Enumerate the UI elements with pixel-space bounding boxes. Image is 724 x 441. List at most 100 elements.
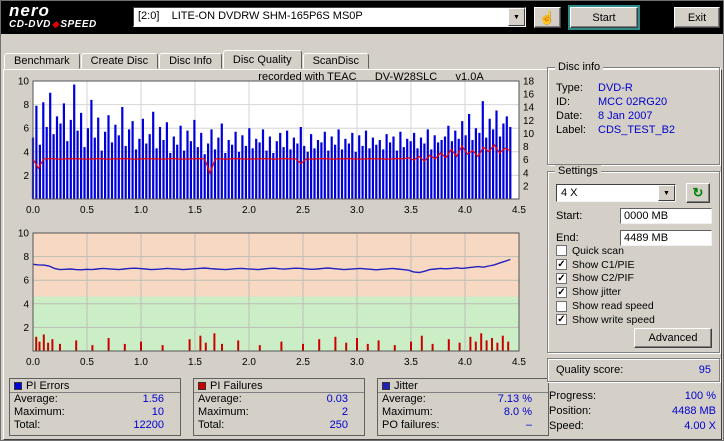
checkbox-show-write-speed[interactable]: ✓ Show write speed	[556, 313, 715, 327]
checkbox-show-c2-pif[interactable]: ✓ Show C2/PIF	[556, 272, 715, 286]
stat-label: Average:	[198, 393, 242, 405]
svg-text:0.0: 0.0	[26, 205, 40, 216]
diamond-icon: ◆	[51, 19, 60, 29]
tab-disc-info[interactable]: Disc Info	[159, 53, 222, 69]
settings-group: Settings 4 X ▼ ↻ Start: 0000 MB End: 448…	[547, 165, 720, 353]
stat-box-title: Jitter	[394, 379, 418, 392]
svg-text:16: 16	[523, 90, 535, 101]
checkbox-box[interactable]: ✓	[556, 259, 567, 271]
tab-bar: Benchmark Create Disc Disc Info Disc Qualit…	[4, 50, 370, 69]
disc-info-row: Type: DVD-R	[556, 81, 713, 95]
tab-create-disc[interactable]: Create Disc	[80, 53, 159, 69]
checkbox-box[interactable]: ✓	[556, 314, 567, 326]
start-button[interactable]: Start	[568, 5, 640, 30]
stat-row: PO failures: –	[378, 419, 548, 432]
disc-info-label: ID:	[556, 96, 571, 108]
drive-select[interactable]: [2:0] LITE-ON DVDRW SHM-165P6S MS0P ▼	[133, 7, 526, 27]
svg-text:6: 6	[23, 276, 29, 287]
svg-text:10: 10	[18, 229, 30, 240]
tab-disc-quality[interactable]: Disc Quality	[222, 50, 302, 69]
checkbox-box[interactable]: ✓	[556, 286, 567, 298]
stat-value: 250	[329, 419, 348, 431]
pi-failures-legend-swatch	[198, 381, 206, 390]
stat-row: Maximum: 10	[10, 406, 180, 419]
svg-text:14: 14	[523, 103, 535, 114]
checkbox-box[interactable]	[556, 245, 567, 257]
title-bar: nero CD-DVD◆SPEED [2:0] LITE-ON DVDRW SH…	[1, 1, 723, 34]
svg-text:1.5: 1.5	[188, 205, 202, 216]
stat-value: 0.03	[326, 393, 348, 405]
chevron-down-icon[interactable]: ▼	[508, 8, 525, 26]
svg-text:8: 8	[523, 142, 529, 153]
svg-text:1.0: 1.0	[134, 205, 148, 216]
disc-info-label: Date:	[556, 110, 583, 122]
svg-text:3.5: 3.5	[404, 205, 418, 216]
tab-scandisc[interactable]: ScanDisc	[302, 53, 370, 69]
nero-logo: nero CD-DVD◆SPEED	[9, 2, 97, 30]
svg-text:4.5: 4.5	[512, 205, 526, 216]
svg-text:0.5: 0.5	[80, 357, 94, 368]
advanced-button[interactable]: Advanced	[634, 328, 712, 348]
progress-value: 100 %	[684, 390, 716, 402]
pi-errors-legend-swatch	[14, 381, 22, 390]
svg-text:2.0: 2.0	[242, 357, 256, 368]
svg-text:4.0: 4.0	[458, 357, 472, 368]
stat-label: Total:	[14, 419, 41, 431]
stat-value: 1.56	[142, 393, 164, 405]
svg-text:1.0: 1.0	[134, 357, 148, 368]
svg-text:6: 6	[23, 124, 29, 135]
disc-info-title: Disc info	[555, 61, 604, 73]
svg-text:3.5: 3.5	[404, 357, 418, 368]
eject-tray-button[interactable]: ☝	[534, 7, 561, 28]
stat-box-pi-failures: PI Failures Average: 0.03 Maximum: 2 Total: 25…	[193, 378, 365, 436]
stat-label: Average:	[14, 393, 58, 405]
stat-row: Average: 7.13 %	[378, 393, 548, 406]
svg-text:18: 18	[523, 77, 535, 88]
start-position-field[interactable]: 0000 MB	[620, 208, 712, 224]
svg-text:8: 8	[23, 100, 29, 111]
nero-brand-text: nero	[9, 1, 50, 20]
checkbox-box[interactable]	[556, 300, 567, 312]
exit-button[interactable]: Exit	[674, 7, 720, 28]
checkbox-show-jitter[interactable]: ✓ Show jitter	[556, 285, 715, 299]
checkbox-quick-scan[interactable]: Quick scan	[556, 244, 715, 258]
progress-row: Speed: 4.00 X	[547, 419, 720, 434]
refresh-speeds-button[interactable]: ↻	[686, 183, 710, 203]
stat-box-pi-errors: PI Errors Average: 1.56 Maximum: 10 Total: 122…	[9, 378, 181, 436]
stat-row: Maximum: 2	[194, 406, 364, 419]
stat-label: Maximum:	[14, 406, 65, 418]
disc-info-row: Date: 8 Jan 2007	[556, 109, 713, 123]
stat-label: Maximum:	[198, 406, 249, 418]
svg-text:2: 2	[523, 181, 529, 192]
chevron-down-icon[interactable]: ▼	[658, 185, 675, 201]
checkbox-show-read-speed[interactable]: Show read speed	[556, 299, 715, 313]
jitter-chart: 2 4 6 8 10 0.0 0.5 1.0 1.5 2.0 2.5 3.0 3.5 4.0 4.5	[18, 229, 527, 369]
stat-value: 12200	[133, 419, 164, 431]
svg-text:10: 10	[523, 129, 535, 140]
svg-text:1.5: 1.5	[188, 357, 202, 368]
end-field-label: End:	[556, 232, 579, 244]
disc-info-value: CDS_TEST_B2	[598, 124, 676, 136]
quality-score-group: Quality score: 95	[547, 358, 720, 382]
progress-value: 4488 MB	[671, 405, 716, 417]
stat-row: Total: 12200	[10, 419, 180, 432]
svg-text:10: 10	[18, 77, 30, 88]
stat-label: PO failures:	[382, 419, 440, 431]
speed-select-value: 4 X	[561, 187, 578, 199]
svg-text:6: 6	[523, 155, 529, 166]
checkbox-show-c1-pie[interactable]: ✓ Show C1/PIE	[556, 258, 715, 272]
stat-row: Average: 1.56	[10, 393, 180, 406]
svg-text:4: 4	[23, 299, 29, 310]
stat-value: 7.13 %	[497, 393, 532, 405]
checkbox-label: Show jitter	[572, 286, 622, 299]
checkbox-box[interactable]: ✓	[556, 272, 567, 284]
tab-benchmark[interactable]: Benchmark	[4, 53, 80, 69]
progress-row: Progress: 100 %	[547, 389, 720, 404]
svg-text:8: 8	[23, 252, 29, 263]
speed-select[interactable]: 4 X ▼	[556, 184, 676, 202]
disc-info-label: Type:	[556, 82, 583, 94]
svg-text:2.5: 2.5	[296, 205, 310, 216]
settings-title: Settings	[555, 165, 601, 177]
svg-text:3.0: 3.0	[350, 357, 364, 368]
start-field-label: Start:	[556, 210, 583, 222]
